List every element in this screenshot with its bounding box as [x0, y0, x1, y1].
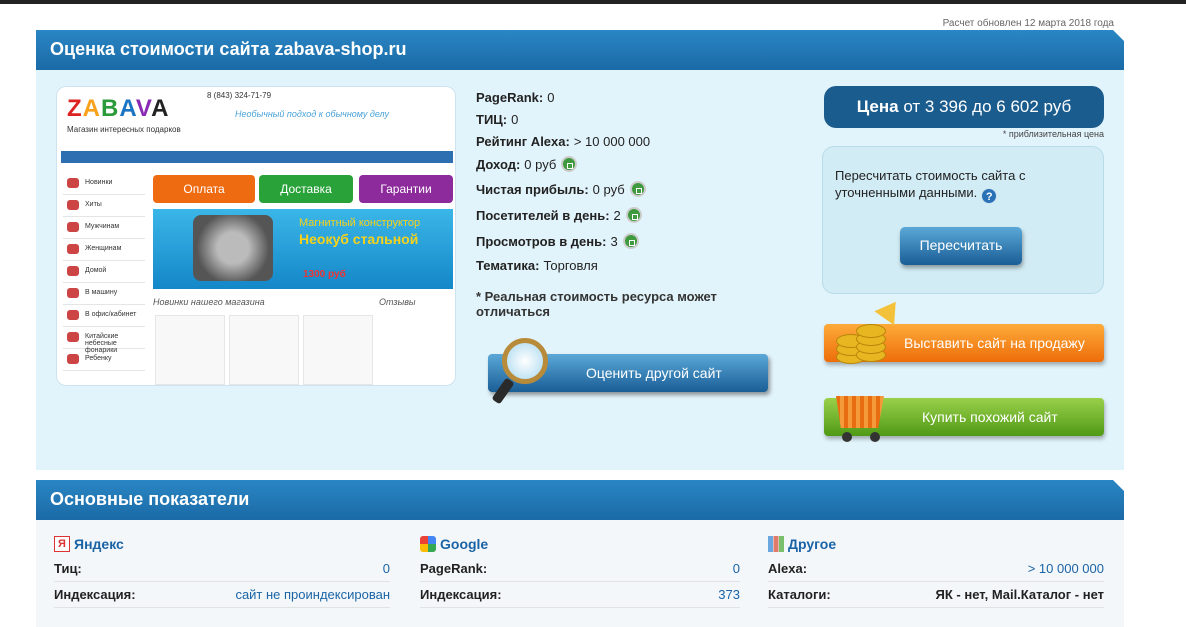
- thumbnail-side-item: Домой: [63, 261, 145, 283]
- thumbnail-side-item: В офис/кабинет: [63, 305, 145, 327]
- thumbnail-product: [303, 315, 373, 385]
- banner-price: 1300 руб: [303, 269, 346, 280]
- lock-icon[interactable]: [622, 233, 639, 249]
- stat-topic: Тематика: Торговля: [476, 257, 598, 273]
- thumbnail-side-item: Китайские небесные фонарики: [63, 327, 145, 354]
- thumbnail-banner: Магнитный конструктор Неокуб стальной 13…: [153, 209, 453, 289]
- thumbnail-product: [155, 315, 225, 385]
- yandex-icon: Я: [54, 536, 70, 552]
- google-pr-row: PageRank: 0: [420, 556, 740, 582]
- thumbnail-product: [229, 315, 299, 385]
- disclaimer-note: * Реальная стоимость ресурса может отлич…: [476, 289, 717, 319]
- cart-icon: [828, 386, 892, 446]
- lock-icon[interactable]: [561, 156, 578, 172]
- recalc-box: Пересчитать стоимость сайта с уточненным…: [822, 146, 1104, 294]
- help-icon[interactable]: ?: [981, 188, 998, 204]
- thumbnail-side-item: Женщинам: [63, 239, 145, 261]
- stat-visitors: Посетителей в день: 2: [476, 202, 806, 228]
- thumbnail-side-item: Ребенку: [63, 349, 145, 371]
- other-alexa-row: Alexa: > 10 000 000: [768, 556, 1104, 582]
- banner-title: Магнитный конструктор: [299, 217, 421, 229]
- magnifier-icon: [491, 338, 554, 405]
- thumbnail-warranty-button: Гарантии: [359, 175, 453, 203]
- thumbnail-side-item: Новинки: [63, 173, 145, 195]
- yandex-tic-row: Тиц: 0: [54, 556, 390, 582]
- lock-icon[interactable]: [625, 207, 642, 223]
- recalc-button[interactable]: Пересчитать: [900, 227, 1022, 265]
- thumbnail-side-item: В машину: [63, 283, 145, 305]
- thumbnail-side-item: Мужчинам: [63, 217, 145, 239]
- thumbnail-new-label: Новинки нашего магазина: [153, 297, 265, 307]
- stat-profit: Чистая прибыль: 0 руб: [476, 176, 806, 202]
- price-box: Цена от 3 396 до 6 602 руб: [824, 86, 1104, 128]
- yandex-index-row: Индексация: сайт не проиндексирован: [54, 582, 390, 608]
- approx-note: * приблизительная цена: [1002, 129, 1104, 139]
- coins-icon: [830, 294, 912, 372]
- lock-icon[interactable]: [629, 181, 646, 197]
- thumbnail-phone: 8 (843) 324-71-79: [207, 91, 272, 100]
- page-title: Оценка стоимости сайта zabava-shop.ru: [36, 29, 1124, 70]
- stat-tic: ТИЦ: 0: [476, 111, 519, 127]
- thumbnail-reviews-label: Отзывы: [379, 297, 416, 307]
- yandex-column: Я Яндекс Тиц: 0 Индексация: сайт не проинде…: [54, 532, 390, 608]
- google-title[interactable]: Google: [440, 536, 488, 552]
- thumbnail-nav: [61, 151, 453, 163]
- stat-income: Доход: 0 руб: [476, 152, 806, 176]
- site-stats: PageRank: 0 ТИЦ: 0 Рейтинг Alexa: > 10 000 …: [476, 86, 806, 276]
- google-column: Google PageRank: 0 Индексация: 373: [420, 532, 740, 608]
- thumbnail-tagline: Необычный подход к обычному делу: [235, 109, 390, 119]
- google-icon: [420, 536, 436, 552]
- recalc-text: Пересчитать стоимость сайта с уточненным…: [835, 168, 1026, 204]
- thumbnail-delivery-button: Доставка: [259, 175, 353, 203]
- thumbnail-logo: ZABAVA: [67, 95, 170, 122]
- thumbnail-sidebar: Новинки Хиты Мужчинам Женщинам Домой В м…: [63, 173, 145, 371]
- banner-subtitle: Неокуб стальной: [299, 231, 419, 247]
- stat-views: Просмотров в день: 3: [476, 228, 806, 254]
- other-catalogs-row: Каталоги: ЯК - нет, Mail.Каталог - нет: [768, 582, 1104, 608]
- top-bar: [0, 0, 1186, 4]
- thumbnail-side-item: Хиты: [63, 195, 145, 217]
- section-title: Основные показатели: [36, 479, 1124, 520]
- magnet-cube-image: [193, 215, 273, 281]
- update-date: Расчет обновлен 12 марта 2018 года: [942, 18, 1114, 29]
- bar-chart-icon: [768, 536, 784, 552]
- site-thumbnail[interactable]: ZABAVA Магазин интересных подарков 8 (84…: [56, 86, 456, 386]
- other-column: Другое Alexa: > 10 000 000 Каталоги: ЯК - …: [768, 532, 1104, 608]
- thumbnail-pay-button: Оплата: [153, 175, 255, 203]
- stat-alexa: Рейтинг Alexa: > 10 000 000: [476, 133, 651, 149]
- thumbnail-slogan: Магазин интересных подарков: [67, 125, 181, 134]
- yandex-title[interactable]: Яндекс: [74, 536, 124, 552]
- other-title[interactable]: Другое: [788, 536, 836, 552]
- stat-pagerank: PageRank: 0: [476, 89, 555, 105]
- google-index-row: Индексация: 373: [420, 582, 740, 608]
